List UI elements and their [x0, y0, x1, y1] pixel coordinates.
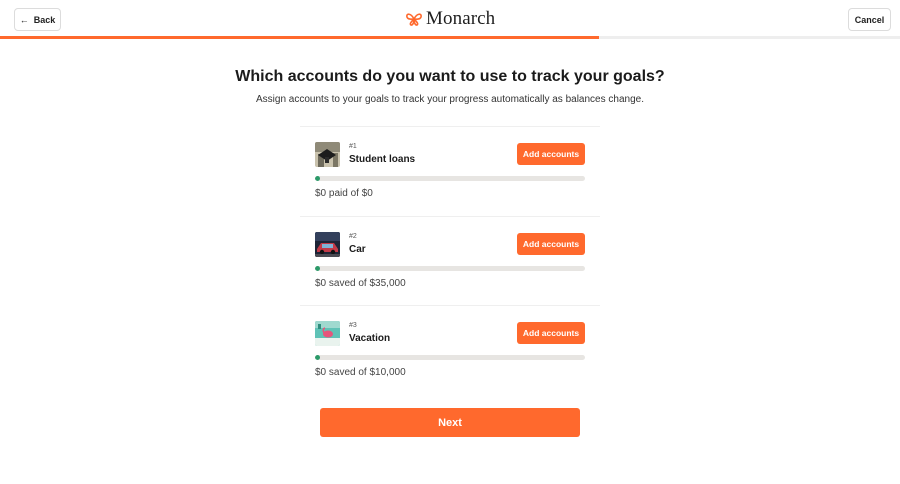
- add-accounts-button[interactable]: Add accounts: [517, 143, 585, 165]
- add-accounts-button[interactable]: Add accounts: [517, 322, 585, 344]
- goal-progress-fill: [315, 176, 321, 181]
- setup-progress-fill: [0, 36, 599, 39]
- goal-name: Car: [349, 243, 366, 255]
- add-accounts-button[interactable]: Add accounts: [517, 232, 585, 255]
- setup-progress-bar: [0, 36, 900, 39]
- goal-progress-bar: [315, 265, 585, 271]
- goal-image-car: [315, 231, 340, 257]
- brand-name: Monarch: [426, 8, 496, 29]
- goal-list: #1 Student loans Add accounts $0 paid of…: [300, 126, 600, 395]
- goal-amount: $0 paid of $0: [315, 188, 373, 199]
- arrow-left-icon: ←: [19, 14, 29, 25]
- goal-item: #1 Student loans Add accounts $0 paid of…: [300, 126, 600, 216]
- cancel-button-label: Cancel: [854, 14, 885, 25]
- cancel-button[interactable]: Cancel: [848, 8, 891, 31]
- top-bar: ← Back Monarch Cancel: [0, 0, 900, 36]
- page-title: Which accounts do you want to use to tra…: [235, 68, 665, 85]
- goal-name: Vacation: [349, 333, 391, 344]
- goal-image-student-loans: [315, 142, 340, 167]
- goal-progress-bar: [315, 355, 585, 360]
- goal-progress-fill: [315, 265, 321, 271]
- back-button-label: Back: [33, 14, 56, 25]
- goal-number: #1: [349, 143, 357, 150]
- goal-item: #3 Vacation Add accounts $0 saved of $10…: [300, 305, 600, 395]
- back-button[interactable]: ← Back: [14, 8, 61, 31]
- next-button[interactable]: Next: [320, 408, 580, 437]
- goal-amount: $0 saved of $35,000: [315, 277, 406, 289]
- goal-amount: $0 saved of $10,000: [315, 367, 406, 378]
- goal-number: #3: [349, 322, 357, 329]
- goal-progress-bar: [315, 176, 585, 181]
- goal-progress-fill: [315, 355, 321, 360]
- goal-item: #2 Car Add accounts $0 saved of $35,000: [300, 215, 600, 306]
- page-subtitle: Assign accounts to your goals to track y…: [256, 94, 644, 105]
- brand-logo: Monarch: [406, 8, 495, 30]
- monarch-butterfly-logo: [406, 13, 422, 26]
- goal-number: #2: [349, 232, 357, 240]
- goal-name: Student loans: [349, 154, 416, 165]
- goal-image-vacation: [315, 321, 340, 346]
